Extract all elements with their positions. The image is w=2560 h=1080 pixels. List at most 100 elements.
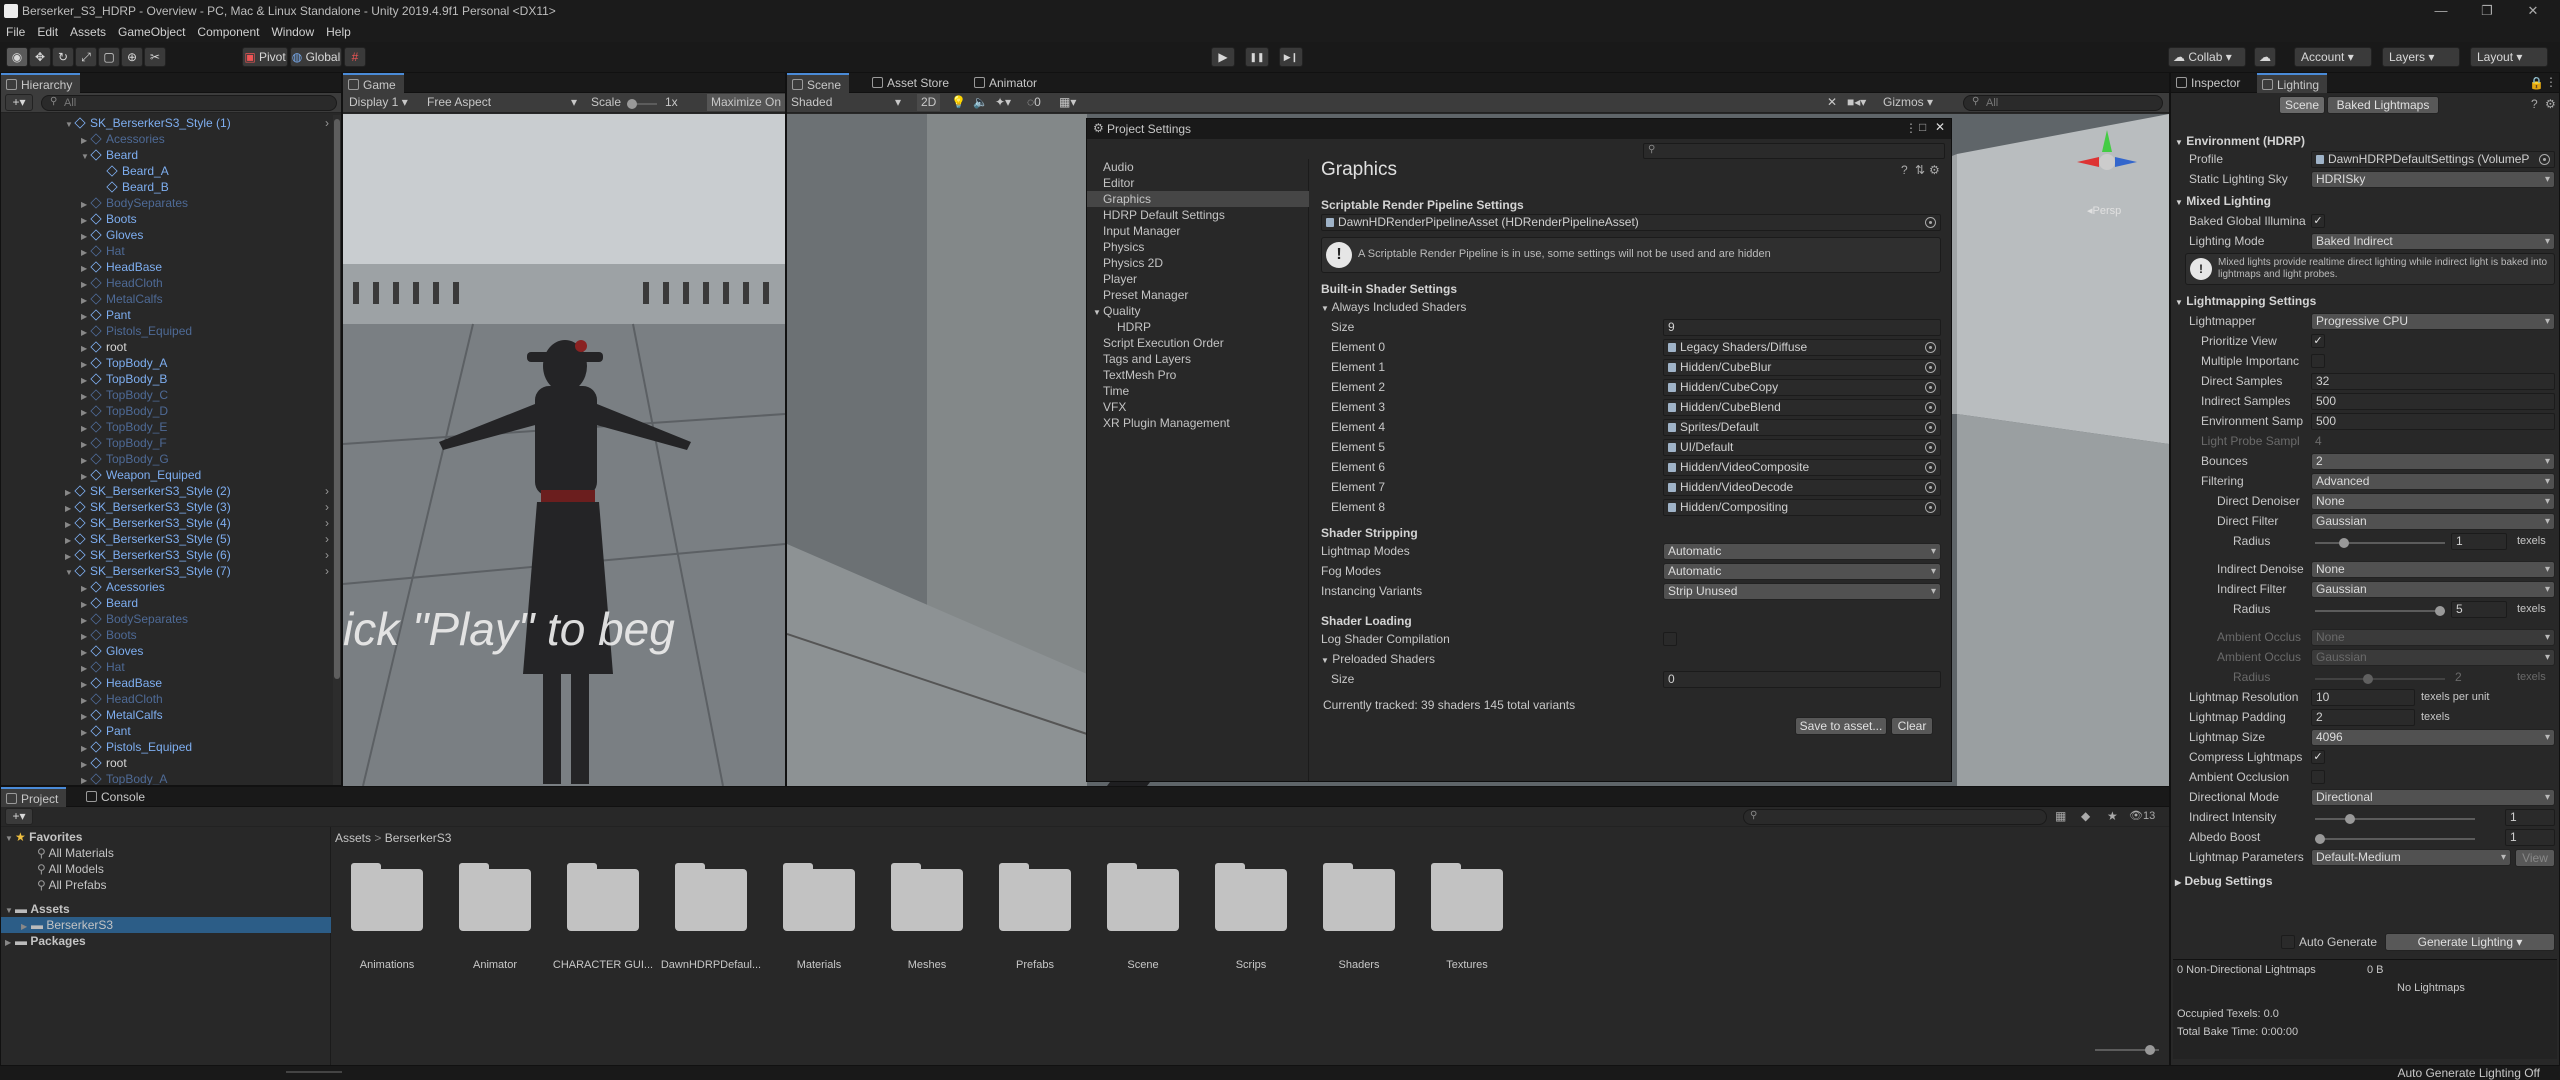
hierarchy-item[interactable]: ▼ SK_BerserkerS3_Style (1) › <box>65 115 329 133</box>
hierarchy-search-input[interactable]: ⚲ All <box>41 95 337 111</box>
hierarchy-item[interactable]: ▶ Hat <box>81 659 125 675</box>
filter-type-icon[interactable]: ▦ <box>2055 809 2066 823</box>
hierarchy-item[interactable]: ▶ HeadBase <box>81 259 162 275</box>
menu-file[interactable]: File <box>0 25 31 39</box>
help-icon[interactable]: ? <box>1901 163 1908 177</box>
direct-filter-dropdown[interactable]: Gaussian <box>2311 513 2555 530</box>
hand-tool-icon[interactable]: ◉ <box>6 47 28 67</box>
hierarchy-item[interactable]: ▶ SK_BerserkerS3_Style (5) › <box>65 531 329 547</box>
hierarchy-item[interactable]: ▶ Acessories <box>81 131 165 147</box>
scene-mode-button[interactable]: Scene <box>2279 96 2325 114</box>
grid-snap-icon[interactable]: # <box>344 47 366 67</box>
menu-assets[interactable]: Assets <box>64 25 112 39</box>
prefab-arrow-icon[interactable]: › <box>325 483 329 499</box>
hierarchy-item[interactable]: ▶ Pistols_Equiped <box>81 323 192 339</box>
game-viewport[interactable]: ick "Play" to beg <box>343 114 785 786</box>
icon-size-slider[interactable] <box>2095 1045 2159 1055</box>
prefab-arrow-icon[interactable]: › <box>325 531 329 547</box>
lock-icon[interactable]: 🔒 <box>2529 76 2544 90</box>
folder-icon[interactable] <box>891 863 963 931</box>
tab-animator[interactable]: Animator <box>969 73 1045 93</box>
foldout-arrow-icon[interactable]: ▼ <box>65 117 75 133</box>
folder-icon[interactable] <box>675 863 747 931</box>
hierarchy-item[interactable]: ▶ SK_BerserkerS3_Style (6) › <box>65 547 329 563</box>
move-tool-icon[interactable]: ✥ <box>29 47 51 67</box>
settings-category-hdrp[interactable]: HDRP <box>1117 319 1151 335</box>
direct-samples-field[interactable]: 32 <box>2311 373 2555 390</box>
assets-berserker-item[interactable]: ▶ ▬ BerserkerS3 <box>1 917 331 933</box>
fav-all-prefabs[interactable]: ⚲ All Prefabs <box>37 877 107 893</box>
rotate-tool-icon[interactable]: ↻ <box>52 47 74 67</box>
hierarchy-item[interactable]: ▶ SK_BerserkerS3_Style (4) › <box>65 515 329 531</box>
ao-checkbox[interactable] <box>2311 770 2325 784</box>
always-included-foldout[interactable]: ▼ Always Included Shaders <box>1321 299 1466 317</box>
hierarchy-item[interactable]: ▶ Beard <box>81 595 138 611</box>
settings-category-tags-and-layers[interactable]: Tags and Layers <box>1103 351 1191 367</box>
shader-element-field[interactable]: Hidden/VideoComposite <box>1663 459 1941 476</box>
lighting-settings-icon[interactable]: ⚙ <box>2545 97 2556 111</box>
folder-label[interactable]: Scrips <box>1199 959 1303 971</box>
hierarchy-item[interactable]: ▼ SK_BerserkerS3_Style (7) › <box>65 563 329 579</box>
profile-field[interactable]: DawnHDRPDefaultSettings (VolumeP <box>2311 151 2555 168</box>
light-toggle-icon[interactable]: 💡 <box>951 94 966 111</box>
settings-category-player[interactable]: Player <box>1103 271 1137 287</box>
hierarchy-item[interactable]: ▶ TopBody_D <box>81 403 168 419</box>
breadcrumb-assets[interactable]: Assets <box>335 831 371 845</box>
folder-icon[interactable] <box>567 863 639 931</box>
hierarchy-item[interactable]: Beard_B <box>97 179 169 195</box>
hierarchy-item[interactable]: ▶ Gloves <box>81 643 143 659</box>
tab-hierarchy[interactable]: Hierarchy <box>1 73 81 93</box>
hierarchy-item[interactable]: ▶ HeadBase <box>81 675 162 691</box>
settings-gear-icon[interactable]: ⚙ <box>1929 163 1940 177</box>
object-picker-icon[interactable] <box>1925 217 1936 228</box>
folder-label[interactable]: Prefabs <box>983 959 1087 971</box>
shader-picker-icon[interactable] <box>1925 362 1936 373</box>
fav-all-materials[interactable]: ⚲ All Materials <box>37 845 114 861</box>
hierarchy-item[interactable]: ▼ Beard <box>81 147 138 163</box>
preset-icon[interactable]: ⇅ <box>1915 163 1925 177</box>
folder-icon[interactable] <box>999 863 1071 931</box>
shader-picker-icon[interactable] <box>1925 482 1936 493</box>
hierarchy-item[interactable]: ▶ root <box>81 755 127 771</box>
menu-edit[interactable]: Edit <box>31 25 64 39</box>
menu-gameobject[interactable]: GameObject <box>112 25 191 39</box>
hierarchy-item[interactable]: ▶ HeadCloth <box>81 275 163 291</box>
prefab-arrow-icon[interactable]: › <box>325 115 329 131</box>
create-button[interactable]: +▾ <box>5 94 33 111</box>
generate-lighting-button[interactable]: Generate Lighting ▾ <box>2385 933 2555 951</box>
settings-category-quality[interactable]: ▼ Quality <box>1093 303 1141 319</box>
view-button[interactable]: View <box>2515 849 2555 867</box>
folder-icon[interactable] <box>783 863 855 931</box>
hierarchy-item[interactable]: ▶ Pant <box>81 723 131 739</box>
display-dropdown[interactable]: Display 1 ▾ <box>349 94 408 111</box>
settings-category-input-manager[interactable]: Input Manager <box>1103 223 1180 239</box>
hierarchy-item[interactable]: ▶ SK_BerserkerS3_Style (2) › <box>65 483 329 499</box>
ps-maximize-icon[interactable]: □ <box>1919 120 1926 134</box>
preloaded-foldout[interactable]: ▼ Preloaded Shaders <box>1321 651 1435 669</box>
settings-category-physics-2d[interactable]: Physics 2D <box>1103 255 1163 271</box>
shader-picker-icon[interactable] <box>1925 422 1936 433</box>
shader-element-field[interactable]: UI/Default <box>1663 439 1941 456</box>
hierarchy-scrollbar[interactable] <box>333 115 341 785</box>
environment-header[interactable]: ▼ Environment (HDRP) <box>2175 133 2305 151</box>
shader-element-field[interactable]: Hidden/CubeBlur <box>1663 359 1941 376</box>
shader-picker-icon[interactable] <box>1925 442 1936 453</box>
shader-element-field[interactable]: Hidden/CubeBlend <box>1663 399 1941 416</box>
scale-tool-icon[interactable]: ⤢ <box>75 47 97 67</box>
radius-field[interactable]: 1 <box>2451 533 2507 550</box>
baked-lightmaps-button[interactable]: Baked Lightmaps <box>2327 96 2439 114</box>
ps-close-icon[interactable]: ✕ <box>1935 120 1945 134</box>
prefab-arrow-icon[interactable]: › <box>325 515 329 531</box>
shading-mode-dropdown[interactable]: Shaded ▾ <box>791 94 901 111</box>
srp-asset-field[interactable]: DawnHDRenderPipelineAsset (HDRenderPipel… <box>1321 214 1941 231</box>
hidden-objects-icon[interactable]: ◌0 <box>1027 94 1041 111</box>
log-compile-checkbox[interactable] <box>1663 632 1677 646</box>
close-window-button[interactable]: ✕ <box>2510 0 2556 22</box>
menu-component[interactable]: Component <box>191 25 265 39</box>
tab-lighting[interactable]: Lighting <box>2257 73 2328 93</box>
account-dropdown[interactable]: Account ▾ <box>2294 47 2372 67</box>
folder-label[interactable]: Animator <box>443 959 547 971</box>
radius2-slider[interactable] <box>2315 606 2445 616</box>
radius-slider[interactable] <box>2315 538 2445 548</box>
audio-toggle-icon[interactable]: 🔈 <box>973 94 988 111</box>
